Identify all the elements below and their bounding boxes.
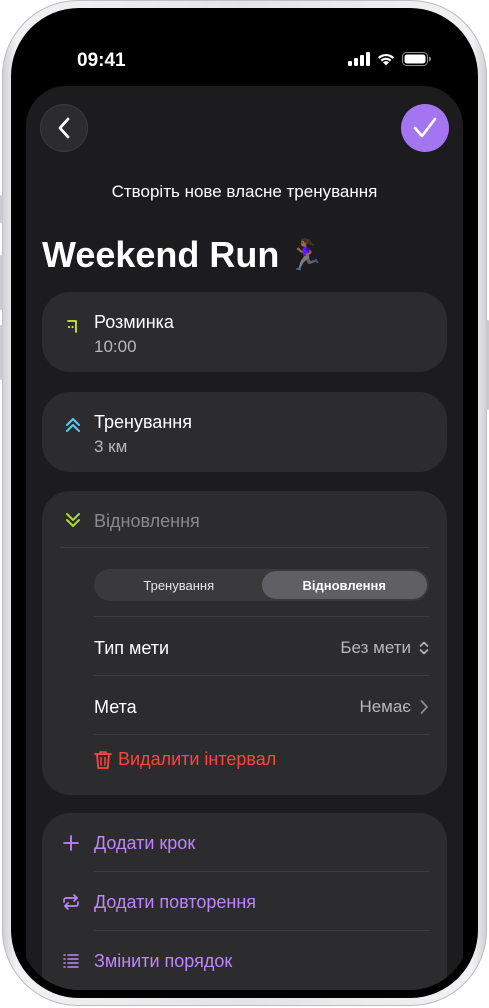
divider	[94, 675, 429, 676]
divider	[94, 734, 429, 735]
divider	[60, 547, 429, 548]
goal-value: Немає	[359, 697, 429, 717]
workout-name[interactable]: Weekend Run 🏃🏾‍♀️	[42, 234, 325, 276]
goal-row[interactable]: Мета Немає	[94, 687, 429, 727]
goal-value-text: Немає	[359, 697, 411, 716]
delete-interval-label: Видалити інтервал	[118, 749, 277, 769]
goal-type-row[interactable]: Тип мети Без мети	[94, 628, 429, 668]
list-reorder-icon	[63, 954, 79, 968]
plus-icon	[63, 835, 79, 851]
warmup-icon	[67, 320, 77, 333]
warmup-step-card[interactable]: Розминка 10:00	[42, 292, 447, 372]
work-distance: 3 км	[94, 437, 128, 456]
battery-icon	[402, 52, 431, 66]
chevron-up-down-icon	[419, 641, 429, 655]
warmup-duration: 10:00	[94, 337, 137, 356]
chevron-left-icon	[58, 117, 70, 139]
actions-card: Додати крок Додати повторення Змінити по…	[42, 813, 447, 990]
action-button	[0, 195, 3, 223]
divider	[94, 930, 429, 931]
screen: 09:41 Створіть нове власне тренування We…	[19, 16, 470, 990]
reorder-label: Змінити порядок	[94, 950, 233, 971]
segment-work[interactable]: Тренування	[96, 571, 262, 599]
divider	[94, 871, 429, 872]
add-repeat-label: Додати повторення	[94, 891, 257, 912]
add-repeat-button[interactable]: Додати повторення	[62, 882, 429, 922]
cellular-signal-icon	[348, 52, 370, 66]
goal-type-value: Без мети	[340, 638, 429, 658]
bezel: 09:41 Створіть нове власне тренування We…	[11, 8, 478, 998]
step-type-segmented-control: Тренування Відновлення	[94, 569, 429, 601]
trash-icon	[94, 750, 112, 769]
status-time: 09:41	[77, 50, 126, 71]
goal-type-value-text: Без мети	[340, 638, 411, 657]
phone-frame: 09:41 Створіть нове власне тренування We…	[0, 0, 489, 1006]
segment-recovery[interactable]: Відновлення	[261, 571, 427, 599]
chevron-right-icon	[420, 700, 428, 714]
volume-up-button	[0, 255, 3, 310]
workout-editor-sheet: Створіть нове власне тренування Weekend …	[26, 86, 463, 990]
delete-interval-button[interactable]: Видалити інтервал	[94, 749, 276, 770]
add-step-button[interactable]: Додати крок	[62, 823, 429, 863]
recovery-title[interactable]: Відновлення	[94, 511, 200, 532]
goal-label: Мета	[94, 696, 137, 717]
warmup-title: Розминка	[94, 312, 174, 332]
double-chevron-up-icon	[66, 418, 80, 432]
checkmark-icon	[413, 117, 437, 138]
back-button[interactable]	[40, 104, 88, 152]
runner-emoji: 🏃🏾‍♀️	[287, 238, 325, 272]
goal-type-label: Тип мети	[94, 637, 170, 658]
add-step-label: Додати крок	[94, 832, 196, 853]
status-icons	[348, 52, 432, 66]
done-button[interactable]	[401, 104, 449, 152]
recovery-step-card: Відновлення Тренування Відновлення Тип м…	[42, 491, 447, 795]
divider	[94, 616, 429, 617]
volume-down-button	[0, 325, 3, 380]
double-chevron-down-icon	[66, 513, 80, 527]
work-title: Тренування	[94, 412, 192, 432]
reorder-button[interactable]: Змінити порядок	[62, 941, 429, 981]
workout-name-text: Weekend Run	[42, 234, 280, 275]
repeat-icon	[63, 894, 79, 910]
work-step-card[interactable]: Тренування 3 км	[42, 392, 447, 472]
wifi-icon	[378, 53, 394, 66]
sheet-title: Створіть нове власне тренування	[111, 182, 378, 201]
